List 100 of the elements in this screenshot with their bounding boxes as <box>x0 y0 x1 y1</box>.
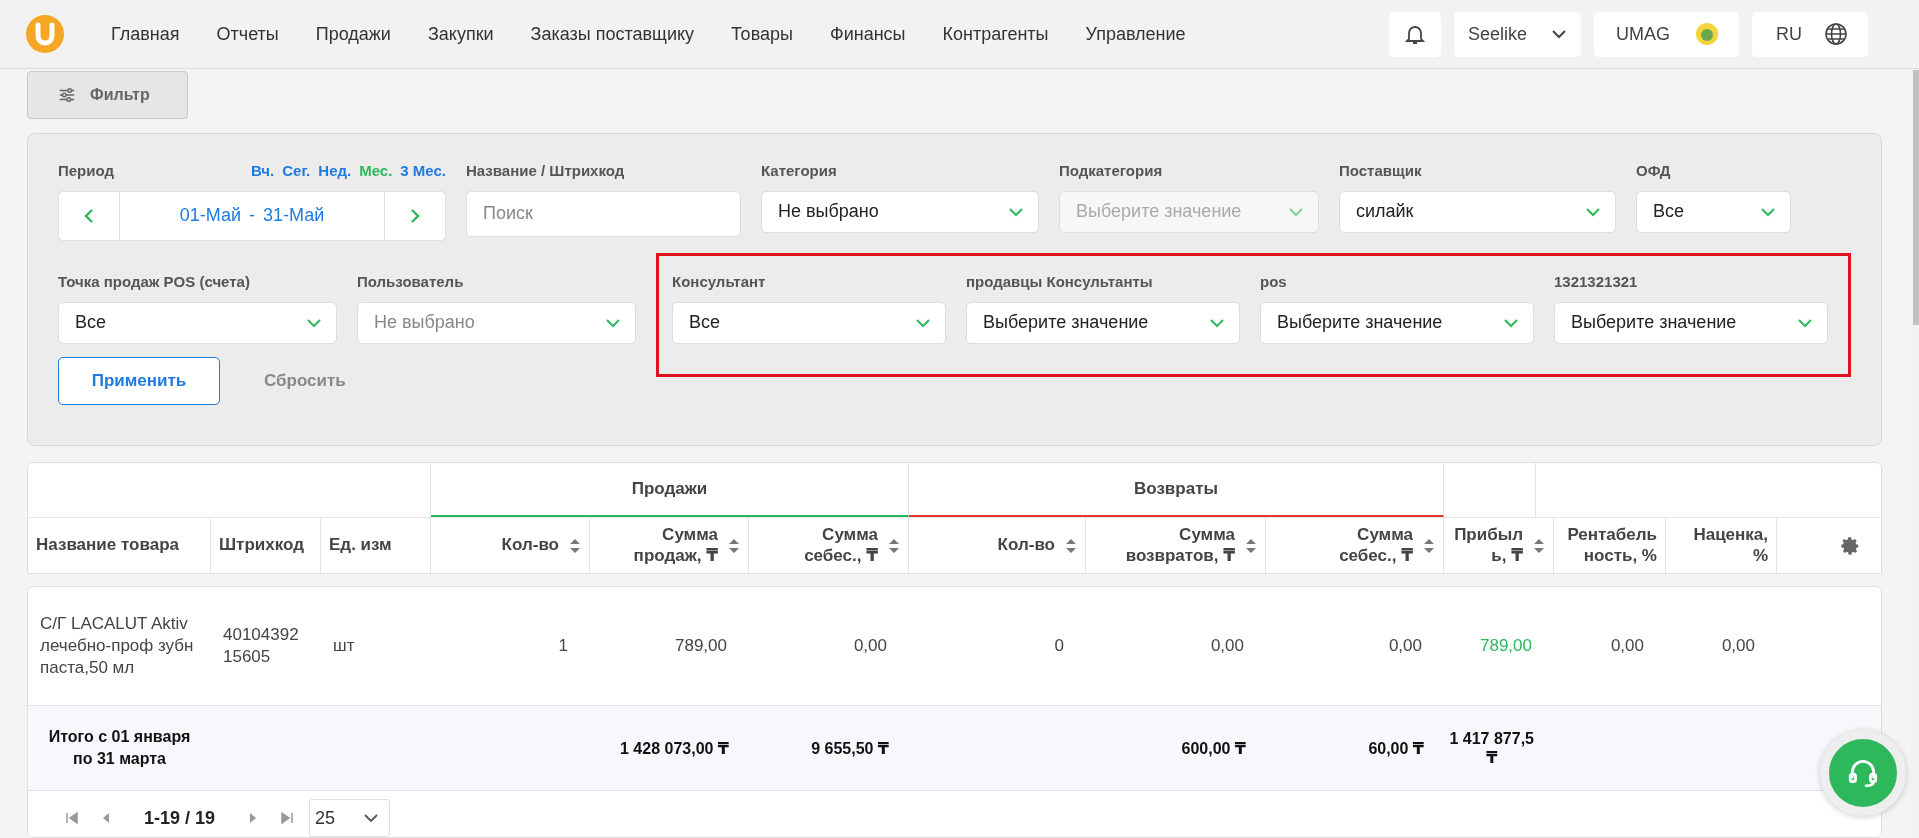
avatar-icon <box>1695 22 1719 46</box>
field-label: Период <box>58 161 114 179</box>
field-label: Поставщик <box>1339 161 1423 179</box>
chevron-icon <box>306 317 322 328</box>
table-cell-text: шт <box>333 634 355 657</box>
column-header[interactable]: Сумма себес., ₸ <box>749 518 909 573</box>
total-cell: 1 417 877,5 ₸ <box>1449 729 1534 767</box>
select-field[interactable]: Все <box>672 301 946 344</box>
chevron-icon <box>915 317 931 328</box>
sliders-icon <box>58 85 76 104</box>
column-header[interactable]: Сумма себес., ₸ <box>1266 518 1444 573</box>
globe-icon <box>1824 22 1848 46</box>
notifications-button[interactable] <box>1389 11 1441 57</box>
nav-link[interactable]: Продажи <box>315 23 391 45</box>
nav-link[interactable]: Финансы <box>829 23 906 45</box>
nav-link[interactable]: Главная <box>111 23 180 45</box>
nav-link[interactable]: Закупки <box>427 23 494 45</box>
period-preset[interactable]: 3 Мес. <box>400 161 446 179</box>
column-title: Кол-во <box>501 535 559 556</box>
chevron-icon <box>1551 29 1567 39</box>
table-cell-text: 789,00 <box>1480 634 1532 657</box>
chevron-icon <box>1008 206 1024 217</box>
total-cell: 9 655,50 ₸ <box>811 738 889 758</box>
field-label: продавцы Консультанты <box>966 272 1154 290</box>
range-start: 01-Май <box>179 205 241 227</box>
table-cell-text: 0,00 <box>1610 634 1644 657</box>
column-header[interactable]: Кол-во <box>431 518 590 573</box>
column-title: Штрихкод <box>219 535 304 556</box>
sort-icon[interactable] <box>728 537 740 554</box>
column-title: Сумма продаж, ₸ <box>632 525 718 566</box>
column-header[interactable]: Прибыль, ₸ <box>1444 518 1554 573</box>
nav-link[interactable]: Товары <box>731 23 793 45</box>
chevron-right-icon <box>410 207 420 224</box>
sort-icon[interactable] <box>1245 537 1257 554</box>
column-title: Ед. изм <box>329 535 392 556</box>
select-field[interactable]: Не выбрано <box>357 301 636 344</box>
field-label: Название / Штрихкод <box>466 161 626 179</box>
select-field[interactable]: Все <box>1636 190 1791 233</box>
field-label: 1321321321 <box>1554 272 1639 290</box>
column-header[interactable]: Сумма продаж, ₸ <box>590 518 749 573</box>
table-cell-text: 0,00 <box>853 634 887 657</box>
chevron-icon <box>1288 206 1304 217</box>
column-title: Сумма себес., ₸ <box>1338 525 1413 566</box>
settings-icon[interactable] <box>1839 534 1861 557</box>
column-title: Прибыль, ₸ <box>1453 525 1523 566</box>
column-title: Сумма возвратов, ₸ <box>1125 525 1235 566</box>
table-cell-text: 789,00 <box>675 634 727 657</box>
table-cell-text: С/Г LACALUT Aktiv лечебно-проф зубн паста,50 мл <box>40 612 195 680</box>
language-button[interactable]: RU <box>1752 11 1868 57</box>
apply-button[interactable]: Применить <box>58 356 220 405</box>
nav-link[interactable]: Отчеты <box>216 23 279 45</box>
column-group: Возвраты <box>909 463 1444 517</box>
select-field[interactable]: Выберите значение <box>1554 301 1828 344</box>
table-cell-text: 0,00 <box>1210 634 1244 657</box>
table-cell-text: 1 <box>558 634 568 657</box>
sort-icon[interactable] <box>888 537 900 554</box>
chevron-icon <box>1760 206 1776 217</box>
search-field[interactable]: Поиск <box>466 190 741 237</box>
chevron-icon <box>1209 317 1225 328</box>
chevron-icon <box>363 813 380 823</box>
column-title: Кол-во <box>997 535 1055 556</box>
chevron-left-icon <box>84 207 94 224</box>
column-title: Сумма себес., ₸ <box>803 525 878 566</box>
first-page-icon[interactable] <box>66 812 78 824</box>
nav-link[interactable]: Контрагенты <box>942 23 1049 45</box>
sort-icon[interactable] <box>1423 537 1435 554</box>
select-field[interactable]: Выберите значение <box>1260 301 1534 344</box>
chevron-icon <box>1503 317 1519 328</box>
field-label: Категория <box>761 161 838 179</box>
page-size-select[interactable]: 25 <box>309 799 391 837</box>
total-cell: 600,00 ₸ <box>1181 738 1246 758</box>
last-page-icon[interactable] <box>281 812 294 824</box>
period-preset[interactable]: Вч. <box>251 161 275 179</box>
field-label: ОФД <box>1636 161 1672 179</box>
sort-icon[interactable] <box>1065 537 1077 554</box>
sort-icon[interactable] <box>1533 537 1545 554</box>
filter-button[interactable]: Фильтр <box>27 71 188 119</box>
select-field[interactable]: Не выбрано <box>761 190 1039 233</box>
brand-button[interactable]: UMAG <box>1594 11 1739 57</box>
field-label: Пользователь <box>357 272 465 290</box>
page-range: 1-19 / 19 <box>144 807 216 829</box>
nav-link[interactable]: Заказы поставщику <box>530 23 695 45</box>
period-preset[interactable]: Нед. <box>318 161 352 179</box>
account-select[interactable]: Seelike <box>1454 11 1581 57</box>
nav-link[interactable]: Управление <box>1085 23 1186 45</box>
range-separator: - <box>249 205 255 227</box>
select-field[interactable]: силайк <box>1339 190 1616 233</box>
field-label: Подкатегория <box>1059 161 1164 179</box>
select-field[interactable]: Выберите значение <box>966 301 1240 344</box>
field-label: pos <box>1260 272 1288 290</box>
select-field[interactable]: Все <box>58 301 337 344</box>
chevron-icon <box>1585 206 1601 217</box>
total-label: Итого с 01 января по 31 марта <box>47 726 192 769</box>
column-title: Наценка, % <box>1692 525 1768 566</box>
period-preset[interactable]: Сег. <box>282 161 311 179</box>
column-header[interactable]: Кол-во <box>909 518 1086 573</box>
column-header[interactable]: Сумма возвратов, ₸ <box>1086 518 1266 573</box>
table-cell-text: 0,00 <box>1388 634 1422 657</box>
total-cell: 60,00 ₸ <box>1368 738 1424 758</box>
sort-icon[interactable] <box>569 537 581 554</box>
